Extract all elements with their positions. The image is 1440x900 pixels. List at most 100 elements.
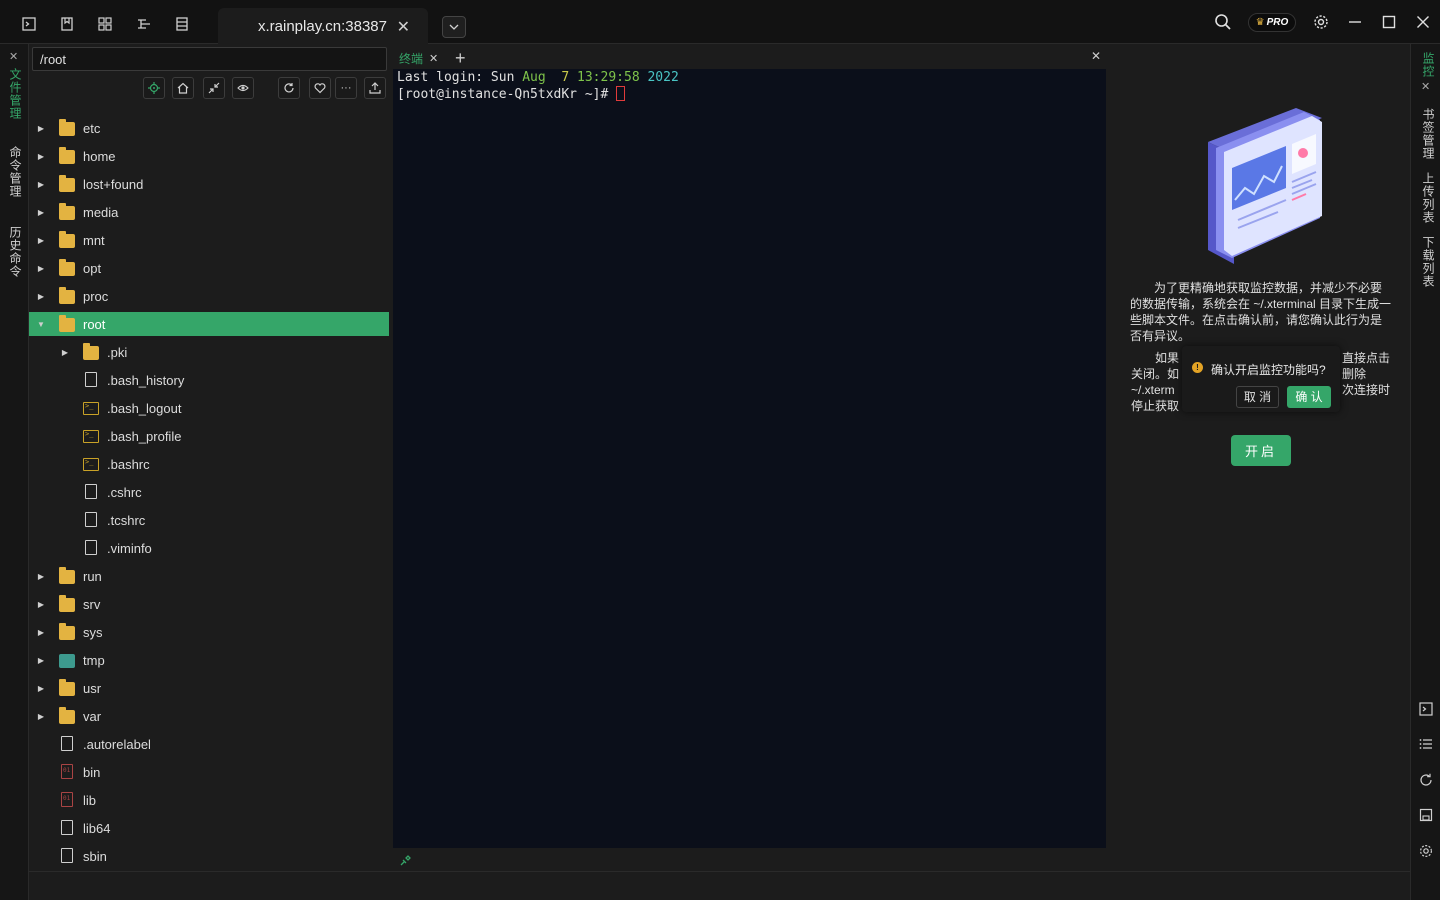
tree-row[interactable]: ▶ etc (29, 116, 389, 140)
caret-down-icon[interactable]: ▼ (36, 320, 46, 329)
close-icon[interactable]: ✕ (9, 50, 18, 63)
cancel-button[interactable]: 取 消 (1236, 386, 1279, 408)
tree-row[interactable]: ▶ media (29, 200, 389, 224)
terminal-tab-bar: 终端 ✕ + ✕ (393, 44, 1106, 71)
tab-download-list[interactable]: 下载列表 (1420, 236, 1437, 288)
server-icon[interactable] (175, 17, 189, 31)
caret-right-icon[interactable]: ▶ (36, 208, 46, 217)
tree-row[interactable]: ▶ mnt (29, 228, 389, 252)
tree-row[interactable]: ▶ opt (29, 256, 389, 280)
file-manager-panel: ··· ▶ etc ▶ home ▶ lost+found ▶ media ▶ mnt ▶ opt ▶ p… (29, 44, 390, 871)
refresh-button[interactable] (278, 77, 300, 99)
session-tab[interactable]: x.rainplay.cn:38387 ✕ (218, 8, 428, 44)
tree-row[interactable]: .bash_profile (29, 424, 389, 448)
monitor-text-fragment: 删除 (1342, 367, 1367, 381)
close-icon[interactable]: ✕ (1421, 80, 1430, 93)
close-icon[interactable]: ✕ (1091, 49, 1101, 63)
settings-icon[interactable] (1419, 844, 1433, 858)
bookmark-icon[interactable] (60, 17, 74, 31)
caret-right-icon[interactable]: ▶ (36, 236, 46, 245)
locate-button[interactable] (143, 77, 165, 99)
close-icon[interactable]: ✕ (397, 17, 410, 37)
tree-row[interactable]: ▶ lost+found (29, 172, 389, 196)
tree-row[interactable]: ▶ proc (29, 284, 389, 308)
refresh-icon[interactable] (1419, 773, 1433, 787)
caret-right-icon[interactable]: ▶ (36, 180, 46, 189)
tree-item-label: media (83, 204, 119, 220)
connection-icon[interactable] (399, 855, 411, 867)
minimize-icon[interactable] (1345, 12, 1365, 32)
maximize-icon[interactable] (1379, 12, 1399, 32)
tab-command-manager[interactable]: 命令管理 (7, 146, 24, 198)
tree-row[interactable]: .bash_history (29, 368, 389, 392)
caret-right-icon[interactable]: ▶ (36, 264, 46, 273)
terminal-text: Last login: Sun (397, 70, 523, 85)
tree-row[interactable]: lib64 (29, 816, 389, 840)
more-button[interactable]: ··· (335, 77, 357, 99)
add-tab-icon[interactable]: + (455, 48, 466, 69)
terminal-icon[interactable] (22, 17, 36, 31)
tree-row[interactable]: lib (29, 788, 389, 812)
folder-icon (59, 147, 75, 164)
tree-item-label: .bashrc (107, 456, 150, 472)
tree-icon[interactable] (137, 17, 151, 31)
tree-row[interactable]: ▶ tmp (29, 648, 389, 672)
tree-item-label: sys (83, 624, 103, 640)
popover-question: 确认开启监控功能吗? (1211, 363, 1326, 377)
tab-upload-list[interactable]: 上传列表 (1420, 172, 1437, 224)
tab-bookmarks[interactable]: 书签管理 (1420, 108, 1437, 160)
caret-right-icon[interactable]: ▶ (36, 124, 46, 133)
home-button[interactable] (172, 77, 194, 99)
apps-icon[interactable] (98, 17, 112, 31)
tree-row[interactable]: .cshrc (29, 480, 389, 504)
enable-monitor-button[interactable]: 开启 (1231, 435, 1291, 466)
left-sidebar-tabs: ✕ 文件管理 命令管理 历史命令 (0, 44, 29, 900)
caret-right-icon[interactable]: ▶ (36, 628, 46, 637)
monitor-text-fragment: 如果 (1155, 351, 1180, 365)
tab-file-manager[interactable]: 文件管理 (7, 68, 24, 120)
tab-terminal[interactable]: 终端 ✕ (393, 46, 443, 71)
favorite-button[interactable] (309, 77, 331, 99)
list-icon[interactable] (1419, 737, 1433, 751)
tree-row[interactable]: ▶ .pki (29, 340, 389, 364)
tree-row[interactable]: ▼ root (29, 312, 389, 336)
tree-row[interactable]: .bash_logout (29, 396, 389, 420)
show-hidden-button[interactable] (232, 77, 254, 99)
tree-row[interactable]: ▶ usr (29, 676, 389, 700)
caret-right-icon[interactable]: ▶ (36, 600, 46, 609)
terminal-icon[interactable] (1419, 702, 1433, 716)
caret-right-icon[interactable]: ▶ (36, 292, 46, 301)
confirm-button[interactable]: 确 认 (1287, 386, 1331, 408)
tree-row[interactable]: ▶ home (29, 144, 389, 168)
tab-history-commands[interactable]: 历史命令 (7, 226, 24, 278)
caret-right-icon[interactable]: ▶ (36, 684, 46, 693)
tree-row[interactable]: ▶ sys (29, 620, 389, 644)
tab-monitor[interactable]: 监控 (1420, 52, 1437, 78)
caret-right-icon[interactable]: ▶ (60, 348, 70, 357)
pro-badge[interactable]: ♛ PRO (1248, 13, 1296, 32)
caret-right-icon[interactable]: ▶ (36, 572, 46, 581)
save-icon[interactable] (1419, 808, 1433, 822)
tree-row[interactable]: ▶ var (29, 704, 389, 728)
caret-right-icon[interactable]: ▶ (36, 712, 46, 721)
tree-row[interactable]: bin (29, 760, 389, 784)
tree-row[interactable]: .tcshrc (29, 508, 389, 532)
tree-row[interactable]: .autorelabel (29, 732, 389, 756)
close-icon[interactable]: ✕ (429, 52, 438, 65)
path-input[interactable] (32, 47, 387, 71)
caret-right-icon[interactable]: ▶ (36, 152, 46, 161)
settings-icon[interactable] (1311, 12, 1331, 32)
window-close-icon[interactable] (1413, 12, 1433, 32)
upload-button[interactable] (364, 77, 386, 99)
tree-row[interactable]: .bashrc (29, 452, 389, 476)
tree-row[interactable]: ▶ srv (29, 592, 389, 616)
caret-right-icon[interactable]: ▶ (36, 656, 46, 665)
title-bar: x.rainplay.cn:38387 ✕ ♛ PRO (0, 0, 1440, 44)
tree-row[interactable]: .viminfo (29, 536, 389, 560)
terminal-output[interactable]: Last login: Sun Aug 7 13:29:58 2022 [roo… (393, 69, 1106, 848)
tree-row[interactable]: ▶ run (29, 564, 389, 588)
search-icon[interactable] (1213, 12, 1233, 32)
collapse-button[interactable] (203, 77, 225, 99)
tab-list-dropdown[interactable] (442, 16, 466, 38)
tree-row[interactable]: sbin (29, 844, 389, 868)
